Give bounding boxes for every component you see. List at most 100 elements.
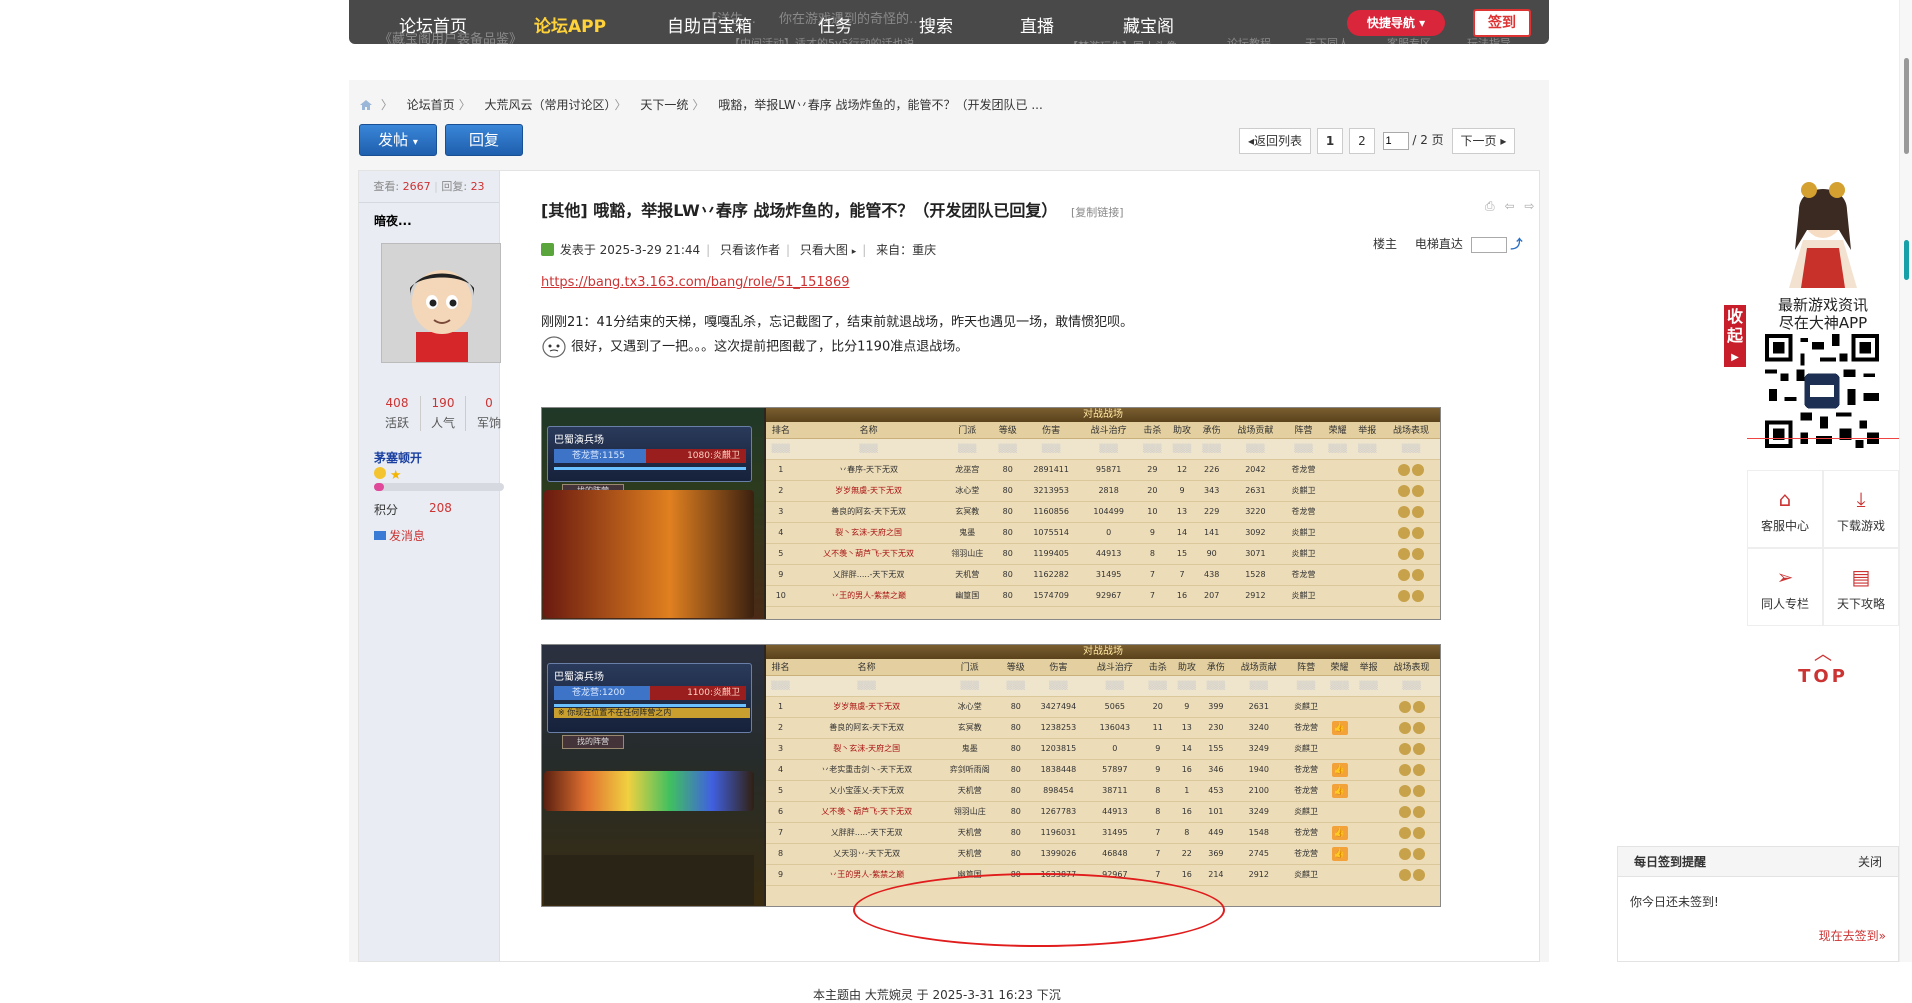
nav-treasure-pavilion[interactable]: 藏宝阁 — [1123, 12, 1174, 37]
battle-hud: 巴蜀演兵场 苍龙营:1200 1100:炎麒卫 ※ 你现在位置不在任何阵营之内 — [547, 663, 752, 733]
table-cell: 80 — [1001, 717, 1031, 739]
page-2-link[interactable]: 2 — [1349, 128, 1375, 154]
breadcrumb-forum-home[interactable]: 论坛首页 — [407, 98, 455, 112]
post-link[interactable]: https://bang.tx3.163.com/bang/role/51_15… — [541, 275, 849, 290]
report-cell[interactable] — [1352, 459, 1383, 481]
report-cell[interactable] — [1352, 480, 1383, 502]
page-jump-input[interactable] — [1382, 132, 1409, 150]
stat-pay-value[interactable]: 0 — [466, 396, 512, 410]
back-to-list-button[interactable]: ◂返回列表 — [1239, 128, 1312, 154]
copy-link-button[interactable]: [复制链接] — [1071, 206, 1124, 219]
elevator-input[interactable] — [1470, 236, 1507, 253]
close-button[interactable]: 关闭 — [1858, 847, 1882, 877]
report-cell[interactable] — [1354, 717, 1384, 739]
medal-icon — [1412, 700, 1425, 713]
page-1-link[interactable]: 1 — [1316, 128, 1344, 154]
table-cell: 29 — [1137, 459, 1168, 481]
download-game-button[interactable]: ⤓ 下载游戏 — [1823, 470, 1899, 548]
nav-treasure-box[interactable]: 自助百宝箱 — [667, 12, 752, 37]
blurred-cell: ▒▒▒ — [1172, 675, 1202, 697]
thumbs-up-icon[interactable]: 👍 — [1331, 762, 1348, 777]
honor-cell — [1322, 459, 1353, 481]
thumbs-up-icon[interactable]: 👍 — [1331, 720, 1348, 735]
table-cell: 3240 — [1230, 717, 1288, 739]
next-page-button[interactable]: 下一页 ▸ — [1451, 128, 1516, 154]
prev-thread-icon[interactable]: ⇦ — [1504, 199, 1514, 213]
signin-button[interactable]: 签到 — [1473, 9, 1531, 37]
next-thread-icon[interactable]: ⇨ — [1524, 199, 1534, 213]
table-cell: 丷春序-天下无双 — [795, 459, 942, 481]
stat-active-value[interactable]: 408 — [374, 396, 420, 410]
home-icon[interactable] — [359, 99, 373, 111]
go-signin-link[interactable]: 现在去签到» — [1819, 927, 1886, 944]
nav-forum-home[interactable]: 论坛首页 — [399, 12, 467, 37]
nav-search[interactable]: 搜索 — [919, 12, 953, 37]
table-cell: 炎麒卫 — [1287, 864, 1325, 886]
table-header-cell: 名称 — [795, 659, 939, 676]
nav-forum-app[interactable]: 论坛APP — [534, 12, 606, 37]
thumbs-up-icon[interactable]: 👍 — [1331, 825, 1348, 840]
table-cell: 13 — [1167, 501, 1197, 523]
honor-cell — [1322, 501, 1353, 523]
report-cell[interactable] — [1352, 564, 1383, 586]
customer-service-button[interactable]: ⌂ 客服中心 — [1747, 470, 1823, 548]
chevron-right-icon: ▸ — [1500, 134, 1507, 148]
game-screenshot-2[interactable]: 巴蜀演兵场 苍龙营:1200 1100:炎麒卫 ※ 你现在位置不在任何阵营之内 … — [541, 644, 1441, 907]
quick-nav-label: 快捷导航 — [1366, 16, 1415, 30]
report-cell[interactable] — [1354, 759, 1384, 781]
report-cell[interactable] — [1352, 585, 1383, 607]
scrollbar-thumb[interactable] — [1904, 58, 1909, 154]
report-cell[interactable] — [1354, 780, 1384, 802]
report-cell[interactable] — [1354, 696, 1384, 718]
avatar[interactable] — [381, 243, 501, 363]
table-cell: 1 — [1172, 780, 1202, 802]
table-cell: 31495 — [1086, 822, 1144, 844]
print-icon[interactable]: ⎙ — [1485, 199, 1495, 213]
qr-code-image[interactable] — [1765, 334, 1879, 448]
breadcrumb-board[interactable]: 大荒风云（常用讨论区） — [485, 98, 611, 112]
report-cell[interactable] — [1352, 522, 1383, 544]
table-cell: 8 — [1143, 780, 1173, 802]
thumbs-up-icon[interactable]: 👍 — [1331, 783, 1348, 798]
scrollbar[interactable] — [1899, 0, 1912, 962]
report-cell[interactable] — [1354, 801, 1384, 823]
table-cell: 9 — [766, 864, 796, 886]
report-cell[interactable] — [1354, 738, 1384, 760]
quick-nav-button[interactable]: 快捷导航 ▾ — [1347, 10, 1445, 36]
elevator-go-icon[interactable]: ⤴ — [1511, 237, 1523, 251]
report-cell[interactable] — [1352, 501, 1383, 523]
honor-cell — [1322, 522, 1353, 544]
collapse-button[interactable]: 收起 ▶ — [1724, 305, 1746, 367]
new-post-button[interactable]: 发帖 ▾ — [359, 124, 437, 156]
points-value[interactable]: 208 — [429, 501, 452, 515]
post-meta: 发表于 2025-3-29 21:44 | 只看该作者 | 只看大图 ▸ | 来自：重… — [541, 241, 936, 258]
nav-tasks[interactable]: 任务 — [818, 12, 852, 37]
only-author-link[interactable]: 只看该作者 — [720, 243, 780, 257]
big-image-link[interactable]: 只看大图 — [800, 243, 848, 257]
post-tag[interactable]: [其他] — [541, 201, 588, 220]
table-cell: 乂胖胖.....-天下无双 — [795, 822, 939, 844]
breadcrumb-subboard[interactable]: 天下一统 — [640, 98, 688, 112]
table-cell: 20 — [1143, 696, 1173, 718]
fan-column-button[interactable]: ➢ 同人专栏 — [1747, 548, 1823, 626]
send-message-link[interactable]: 发消息 — [374, 527, 425, 544]
table-cell: 天机营 — [941, 564, 993, 586]
report-cell[interactable] — [1352, 543, 1383, 565]
replies-count: 23 — [470, 180, 485, 193]
report-cell[interactable] — [1354, 864, 1384, 886]
medal-icon — [1412, 721, 1425, 734]
guide-button[interactable]: ▤ 天下攻略 — [1823, 548, 1899, 626]
report-cell[interactable] — [1354, 843, 1384, 865]
back-to-top-button[interactable]: ︿ TOP — [1747, 628, 1899, 710]
reply-button[interactable]: 回复 — [445, 124, 523, 156]
author-name[interactable]: 暗夜... — [374, 212, 412, 229]
stat-popularity-value[interactable]: 190 — [421, 396, 465, 410]
nav-live[interactable]: 直播 — [1020, 12, 1054, 37]
user-rank[interactable]: 茅塞顿开 — [374, 449, 422, 466]
table-cell: 幽篁国 — [941, 585, 993, 607]
thumbs-up-icon[interactable]: 👍 — [1331, 846, 1348, 861]
table-cell: 苍龙营 — [1287, 717, 1325, 739]
report-cell[interactable] — [1354, 822, 1384, 844]
game-screenshot-1[interactable]: 巴蜀演兵场 苍龙营:1155 1080:炎麒卫 找的阵营 对战战场 排名名称门派… — [541, 407, 1441, 620]
table-cell: 10 — [1137, 501, 1168, 523]
